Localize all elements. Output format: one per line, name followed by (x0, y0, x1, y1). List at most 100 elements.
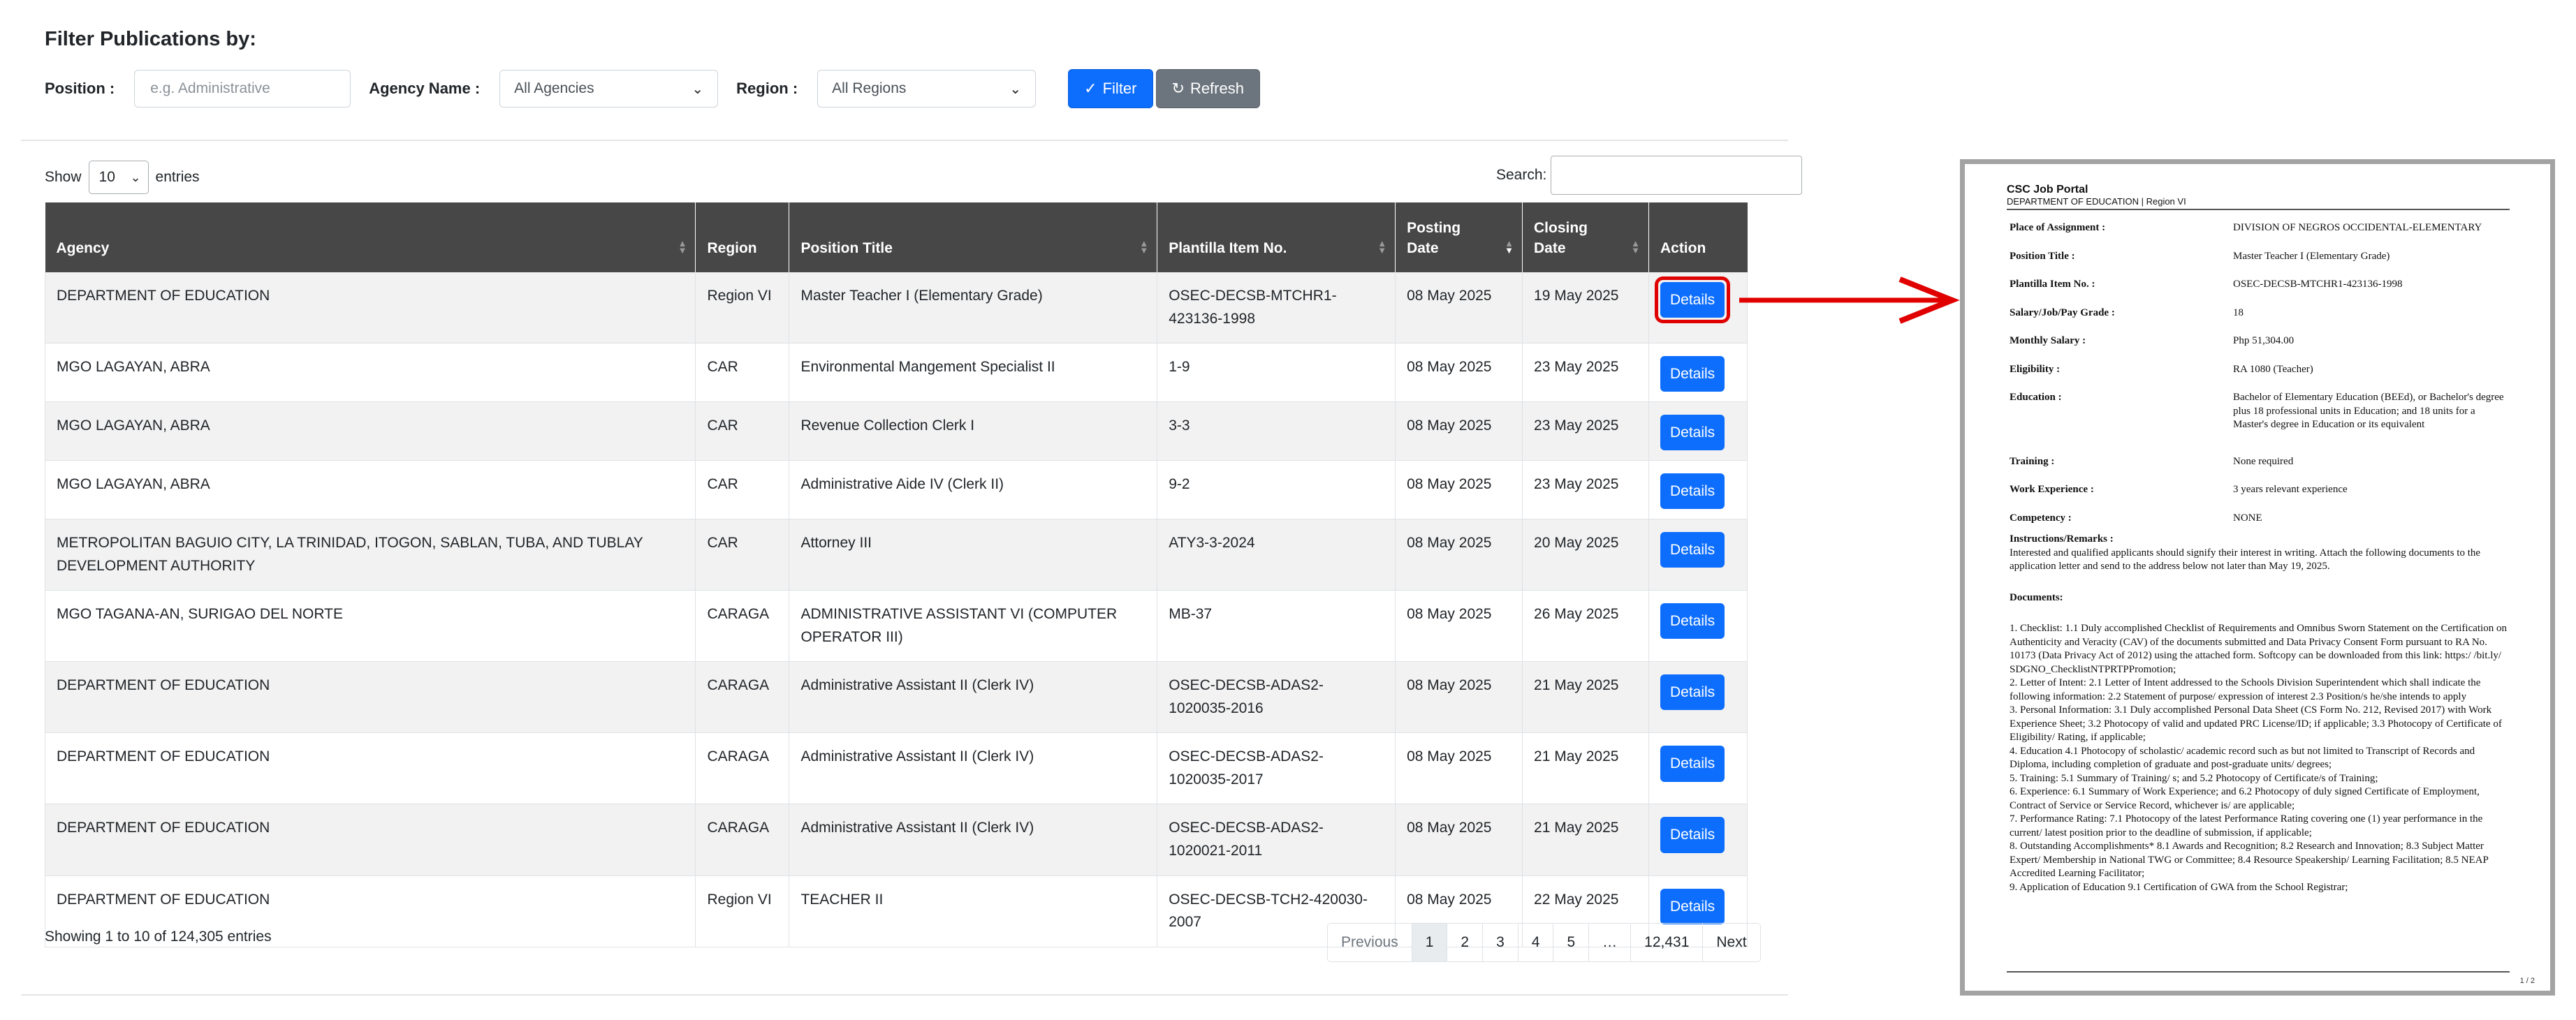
filter-button-label: Filter (1102, 80, 1137, 97)
doc-fields: Place of Assignment : DIVISION OF NEGROS … (2010, 221, 2512, 540)
pagination: Previous 1 2 3 4 5 … 12,431 Next (1327, 923, 1761, 962)
position-input[interactable] (134, 70, 351, 108)
position-label: Position : (45, 80, 115, 97)
doc-divider (2007, 209, 2510, 210)
cell-closing-date: 21 May 2025 (1522, 804, 1649, 876)
pagination-page-1[interactable]: 1 (1412, 924, 1448, 961)
cell-action: Details (1648, 272, 1748, 344)
cell-action: Details (1648, 804, 1748, 876)
doc-field-value: Bachelor of Elementary Education (BEEd),… (2233, 392, 2504, 430)
pagination-page-4[interactable]: 4 (1518, 924, 1554, 961)
cell-action: Details (1648, 460, 1748, 520)
doc-list-item: 7. Performance Rating: 7.1 Photocopy of … (2010, 813, 2483, 838)
cell-plantilla-item: OSEC-DECSB-ADAS2-1020035-2016 (1157, 661, 1396, 734)
column-header-posting-date[interactable]: Posting Date ▲ ▼ (1395, 202, 1523, 272)
check-icon: ✓ (1084, 80, 1097, 97)
filter-bar: Position : Agency Name : All Agencies ⌄ … (45, 69, 1260, 108)
details-button[interactable]: Details (1660, 282, 1725, 318)
cell-closing-date: 21 May 2025 (1522, 732, 1649, 805)
details-button[interactable]: Details (1660, 356, 1725, 392)
cell-position-title: Administrative Aide IV (Clerk II) (789, 460, 1158, 520)
doc-field-value: Master Teacher I (Elementary Grade) (2233, 250, 2390, 262)
doc-field-value: DIVISION OF NEGROS OCCIDENTAL-ELEMENTARY (2233, 222, 2482, 233)
details-button[interactable]: Details (1660, 473, 1725, 510)
cell-position-title: Master Teacher I (Elementary Grade) (789, 272, 1158, 344)
details-button[interactable]: Details (1660, 415, 1725, 451)
agency-select[interactable]: All Agencies ⌄ (499, 70, 719, 108)
column-header-action: Action (1648, 202, 1748, 272)
entries-select[interactable]: 10 ⌄ (88, 161, 149, 194)
cell-position-title: Administrative Assistant II (Clerk IV) (789, 661, 1158, 734)
cell-position-title: Administrative Assistant II (Clerk IV) (789, 732, 1158, 805)
agency-select-value: All Agencies (514, 80, 594, 96)
doc-instructions-label: Instructions/Remarks : (2010, 533, 2114, 545)
column-header-plantilla-item[interactable]: Plantilla Item No. ▲ ▼ (1157, 202, 1396, 272)
pagination-page-5[interactable]: 5 (1553, 924, 1590, 961)
cell-agency: DEPARTMENT OF EDUCATION (44, 732, 696, 805)
doc-field: Plantilla Item No. : OSEC-DECSB-MTCHR1-42… (2010, 278, 2512, 292)
doc-list-item: 1. Checklist: 1.1 Duly accomplished Chec… (2010, 623, 2507, 675)
doc-list-item: 8. Outstanding Accomplishments* 8.1 Awar… (2010, 841, 2489, 879)
details-button[interactable]: Details (1660, 817, 1725, 853)
cell-position-title: ADMINISTRATIVE ASSISTANT VI (COMPUTER OP… (789, 590, 1158, 663)
doc-field-value: NONE (2233, 512, 2262, 524)
filter-button[interactable]: ✓ Filter (1068, 69, 1153, 108)
cell-agency: MGO LAGAYAN, ABRA (44, 343, 696, 403)
doc-field-label: Place of Assignment : (2010, 222, 2106, 233)
doc-field: Education : Bachelor of Elementary Educat… (2010, 391, 2512, 432)
doc-documents-list: 1. Checklist: 1.1 Duly accomplished Chec… (2010, 622, 2512, 894)
column-header-position-title[interactable]: Position Title ▲ ▼ (789, 202, 1158, 272)
show-label: Show (45, 169, 82, 185)
cell-position-title: Attorney III (789, 519, 1158, 591)
chevron-down-icon: ⌄ (1009, 81, 1022, 97)
doc-agency-subheader: DEPARTMENT OF EDUCATION | Region VI (2007, 196, 2186, 207)
sort-icon: ▲ ▼ (1139, 238, 1149, 256)
search-label: Search: (1496, 167, 1547, 183)
sort-icon: ▲ ▼ (1631, 238, 1640, 256)
doc-field: Eligibility : RA 1080 (Teacher) (2010, 363, 2512, 377)
table-search: Search: (1496, 156, 1803, 195)
column-header-region[interactable]: Region (695, 202, 790, 272)
region-select-value: All Regions (832, 80, 907, 96)
doc-field-label: Salary/Job/Pay Grade : (2010, 306, 2115, 318)
details-button[interactable]: Details (1660, 746, 1725, 782)
divider (21, 994, 1788, 996)
table-row: MGO LAGAYAN, ABRA CAR Environmental Mangem… (44, 343, 1748, 403)
cell-position-title: TEACHER II (789, 875, 1158, 947)
doc-field-label: Training : (2010, 455, 2055, 467)
doc-field-value: 3 years relevant experience (2233, 484, 2348, 495)
cell-closing-date: 20 May 2025 (1522, 519, 1649, 591)
pagination-previous[interactable]: Previous (1328, 924, 1412, 961)
details-button[interactable]: Details (1660, 888, 1725, 924)
doc-field-label: Plantilla Item No. : (2010, 279, 2095, 290)
column-header-closing-date[interactable]: Closing Date ▲ ▼ (1522, 202, 1649, 272)
cell-position-title: Administrative Assistant II (Clerk IV) (789, 804, 1158, 876)
doc-instructions: Instructions/Remarks : Interested and qu… (2010, 533, 2512, 574)
details-button[interactable]: Details (1660, 603, 1725, 640)
table-row: DEPARTMENT OF EDUCATION CARAGA Administrat… (44, 661, 1748, 734)
details-button[interactable]: Details (1660, 532, 1725, 568)
cell-posting-date: 08 May 2025 (1395, 343, 1523, 403)
sort-desc-icon: ▲ ▼ (1505, 238, 1514, 256)
region-select[interactable]: All Regions ⌄ (817, 70, 1037, 108)
pagination-page-last[interactable]: 12,431 (1631, 924, 1704, 961)
doc-field: Salary/Job/Pay Grade : 18 (2010, 306, 2512, 320)
table-row: MGO LAGAYAN, ABRA CAR Administrative Aide … (44, 460, 1748, 520)
doc-field-value: None required (2233, 455, 2294, 467)
cell-region: CAR (695, 343, 790, 403)
pagination-page-2[interactable]: 2 (1447, 924, 1484, 961)
search-input[interactable] (1551, 156, 1803, 195)
column-header-agency[interactable]: Agency ▲ ▼ (45, 202, 696, 272)
doc-documents-label: Documents: (2010, 592, 2063, 603)
details-button[interactable]: Details (1660, 674, 1725, 711)
refresh-button[interactable]: ↻ Refresh (1155, 69, 1260, 108)
cell-action: Details (1648, 732, 1748, 805)
doc-divider (2007, 971, 2510, 973)
cell-posting-date: 08 May 2025 (1395, 661, 1523, 734)
cell-plantilla-item: 1-9 (1157, 343, 1396, 403)
chevron-down-icon: ⌄ (130, 170, 141, 184)
cell-plantilla-item: 3-3 (1157, 401, 1396, 461)
pagination-page-3[interactable]: 3 (1483, 924, 1518, 961)
cell-closing-date: 23 May 2025 (1522, 401, 1649, 461)
pagination-next[interactable]: Next (1703, 924, 1759, 961)
